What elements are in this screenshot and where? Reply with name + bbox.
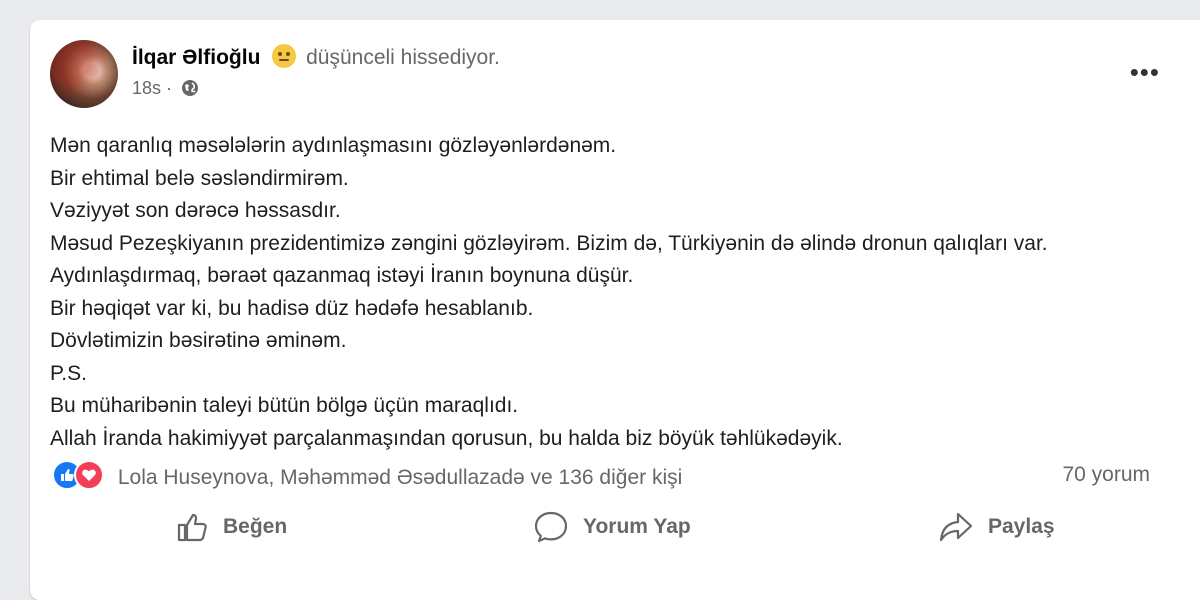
globe-icon[interactable] (181, 79, 199, 102)
post-text: Mən qaranlıq məsələlərin aydınlaşmasını … (50, 130, 1048, 455)
post-line: Məsud Pezeşkiyanın prezidentimizə zəngin… (50, 231, 1048, 255)
speech-bubble-icon (534, 511, 568, 543)
author-name[interactable]: İlqar Əlfioğlu (132, 46, 260, 69)
post-line: Allah İranda hakimiyyət parçalanmaşından… (50, 426, 843, 450)
love-reaction-icon (74, 460, 104, 490)
author-avatar[interactable] (50, 40, 118, 108)
post-line: Dövlətimizin bəsirətinə əminəm. (50, 329, 347, 352)
post-line: Aydınlaşdırmaq, bəraət qazanmaq istəyi İ… (50, 264, 634, 287)
more-options-button[interactable]: ••• (1130, 59, 1160, 85)
post-line: Mən qaranlıq məsələlərin aydınlaşmasını … (50, 134, 617, 157)
post-time[interactable]: 18s (132, 78, 161, 98)
post-line: Bir ehtimal belə səsləndirmirəm. (50, 166, 349, 190)
share-button[interactable]: Paylaş (938, 510, 1055, 544)
reactions-summary[interactable]: Lola Huseynova, Məhəmməd Əsədullazadə ve… (52, 460, 682, 490)
post-card: İlqar Əlfioğlu düşünceli hissediyor. 18s… (30, 20, 1200, 600)
like-button[interactable]: Beğen (175, 510, 287, 544)
post-header: İlqar Əlfioğlu düşünceli hissediyor. (132, 44, 500, 71)
post-line: Bu müharibənin taleyi bütün bölgə üçün m… (50, 394, 519, 417)
comment-label: Yorum Yap (583, 515, 691, 538)
meta-separator: · (166, 78, 178, 98)
comment-button[interactable]: Yorum Yap (533, 510, 691, 544)
feeling-text: düşünceli hissediyor. (306, 46, 500, 69)
share-label: Paylaş (988, 515, 1055, 538)
post-line: Vəziyyət son dərəcə həssasdır. (50, 199, 341, 222)
post-line: Bir həqiqət var ki, bu hadisə düz hədəfə… (50, 296, 534, 320)
reaction-names[interactable]: Lola Huseynova, Məhəmməd Əsədullazadə ve… (118, 466, 682, 489)
like-label: Beğen (223, 515, 288, 538)
comment-count[interactable]: 70 yorum (1062, 463, 1150, 487)
post-meta: 18s · (132, 78, 199, 102)
thinking-face-icon (272, 44, 297, 68)
thumbs-up-icon (177, 513, 207, 542)
share-arrow-icon (939, 512, 973, 542)
post-line: P.S. (50, 361, 87, 385)
